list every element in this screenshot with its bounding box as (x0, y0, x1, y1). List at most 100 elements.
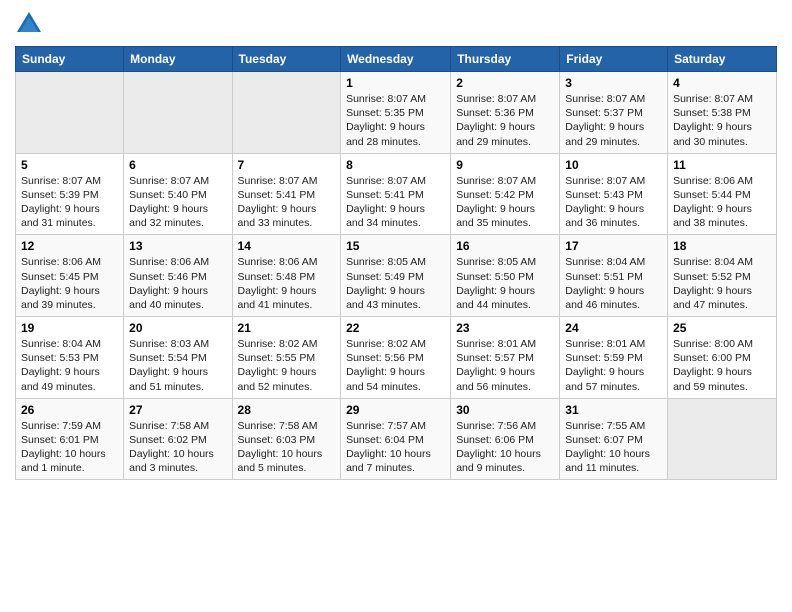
day-info: Sunrise: 8:07 AMSunset: 5:38 PMDaylight:… (673, 92, 771, 149)
calendar-cell: 11 Sunrise: 8:06 AMSunset: 5:44 PMDayligh… (668, 153, 777, 235)
day-info: Sunrise: 8:05 AMSunset: 5:49 PMDaylight:… (346, 255, 445, 312)
logo (15, 10, 45, 38)
calendar-cell: 3 Sunrise: 8:07 AMSunset: 5:37 PMDaylight… (560, 72, 668, 154)
day-info: Sunrise: 8:01 AMSunset: 5:59 PMDaylight:… (565, 337, 662, 394)
day-number: 23 (456, 321, 554, 335)
day-number: 18 (673, 239, 771, 253)
day-number: 1 (346, 76, 445, 90)
calendar-header: SundayMondayTuesdayWednesdayThursdayFrid… (16, 47, 777, 72)
header-day-tuesday: Tuesday (232, 47, 341, 72)
day-info: Sunrise: 8:07 AMSunset: 5:40 PMDaylight:… (129, 174, 226, 231)
logo-icon (15, 10, 43, 38)
day-number: 25 (673, 321, 771, 335)
day-number: 13 (129, 239, 226, 253)
calendar-cell: 16Sunrise: 8:05 AMSunset: 5:50 PMDayligh… (451, 235, 560, 317)
calendar-cell: 19 Sunrise: 8:04 AMSunset: 5:53 PMDayligh… (16, 317, 124, 399)
day-info: Sunrise: 8:07 AMSunset: 5:36 PMDaylight:… (456, 92, 554, 149)
page: SundayMondayTuesdayWednesdayThursdayFrid… (0, 0, 792, 490)
day-info: Sunrise: 8:06 AMSunset: 5:44 PMDaylight:… (673, 174, 771, 231)
calendar-cell: 28Sunrise: 7:58 AMSunset: 6:03 PMDayligh… (232, 398, 341, 480)
calendar-cell: 26 Sunrise: 7:59 AMSunset: 6:01 PMDayligh… (16, 398, 124, 480)
header-row: SundayMondayTuesdayWednesdayThursdayFrid… (16, 47, 777, 72)
day-info: Sunrise: 7:59 AMSunset: 6:01 PMDaylight:… (21, 419, 118, 476)
calendar-cell: 8Sunrise: 8:07 AMSunset: 5:41 PMDaylight… (341, 153, 451, 235)
calendar-cell: 23 Sunrise: 8:01 AMSunset: 5:57 PMDayligh… (451, 317, 560, 399)
calendar-cell: 15 Sunrise: 8:05 AMSunset: 5:49 PMDayligh… (341, 235, 451, 317)
calendar-cell: 27 Sunrise: 7:58 AMSunset: 6:02 PMDayligh… (124, 398, 232, 480)
calendar-cell: 22 Sunrise: 8:02 AMSunset: 5:56 PMDayligh… (341, 317, 451, 399)
calendar-cell: 2 Sunrise: 8:07 AMSunset: 5:36 PMDaylight… (451, 72, 560, 154)
day-number: 14 (238, 239, 336, 253)
calendar-cell: 6 Sunrise: 8:07 AMSunset: 5:40 PMDaylight… (124, 153, 232, 235)
header-day-monday: Monday (124, 47, 232, 72)
day-info: Sunrise: 8:04 AMSunset: 5:51 PMDaylight:… (565, 255, 662, 312)
header-day-thursday: Thursday (451, 47, 560, 72)
calendar-cell: 24 Sunrise: 8:01 AMSunset: 5:59 PMDayligh… (560, 317, 668, 399)
calendar-cell: 17 Sunrise: 8:04 AMSunset: 5:51 PMDayligh… (560, 235, 668, 317)
day-number: 5 (21, 158, 118, 172)
day-info: Sunrise: 8:03 AMSunset: 5:54 PMDaylight:… (129, 337, 226, 394)
calendar-cell: 18 Sunrise: 8:04 AMSunset: 5:52 PMDayligh… (668, 235, 777, 317)
day-info: Sunrise: 7:57 AMSunset: 6:04 PMDaylight:… (346, 419, 445, 476)
day-number: 15 (346, 239, 445, 253)
header-day-sunday: Sunday (16, 47, 124, 72)
header-day-wednesday: Wednesday (341, 47, 451, 72)
day-info: Sunrise: 8:04 AMSunset: 5:52 PMDaylight:… (673, 255, 771, 312)
day-number: 11 (673, 158, 771, 172)
calendar-cell: 5 Sunrise: 8:07 AMSunset: 5:39 PMDaylight… (16, 153, 124, 235)
day-number: 27 (129, 403, 226, 417)
calendar-cell (232, 72, 341, 154)
day-number: 8 (346, 158, 445, 172)
day-info: Sunrise: 8:07 AMSunset: 5:39 PMDaylight:… (21, 174, 118, 231)
day-info: Sunrise: 8:04 AMSunset: 5:53 PMDaylight:… (21, 337, 118, 394)
day-number: 17 (565, 239, 662, 253)
day-number: 4 (673, 76, 771, 90)
day-info: Sunrise: 8:07 AMSunset: 5:41 PMDaylight:… (238, 174, 336, 231)
day-info: Sunrise: 8:00 AMSunset: 6:00 PMDaylight:… (673, 337, 771, 394)
day-number: 26 (21, 403, 118, 417)
calendar-cell (16, 72, 124, 154)
calendar-cell: 1Sunrise: 8:07 AMSunset: 5:35 PMDaylight… (341, 72, 451, 154)
day-number: 7 (238, 158, 336, 172)
calendar-cell (668, 398, 777, 480)
day-number: 21 (238, 321, 336, 335)
day-number: 20 (129, 321, 226, 335)
day-info: Sunrise: 8:01 AMSunset: 5:57 PMDaylight:… (456, 337, 554, 394)
calendar-table: SundayMondayTuesdayWednesdayThursdayFrid… (15, 46, 777, 480)
day-info: Sunrise: 8:06 AMSunset: 5:48 PMDaylight:… (238, 255, 336, 312)
calendar-cell (124, 72, 232, 154)
week-row-1: 1Sunrise: 8:07 AMSunset: 5:35 PMDaylight… (16, 72, 777, 154)
day-info: Sunrise: 8:07 AMSunset: 5:43 PMDaylight:… (565, 174, 662, 231)
calendar-cell: 9Sunrise: 8:07 AMSunset: 5:42 PMDaylight… (451, 153, 560, 235)
day-info: Sunrise: 7:58 AMSunset: 6:02 PMDaylight:… (129, 419, 226, 476)
day-number: 2 (456, 76, 554, 90)
calendar-cell: 31Sunrise: 7:55 AMSunset: 6:07 PMDayligh… (560, 398, 668, 480)
calendar-cell: 30Sunrise: 7:56 AMSunset: 6:06 PMDayligh… (451, 398, 560, 480)
calendar-cell: 29Sunrise: 7:57 AMSunset: 6:04 PMDayligh… (341, 398, 451, 480)
day-number: 9 (456, 158, 554, 172)
calendar-cell: 7 Sunrise: 8:07 AMSunset: 5:41 PMDaylight… (232, 153, 341, 235)
day-number: 28 (238, 403, 336, 417)
header-day-friday: Friday (560, 47, 668, 72)
calendar-cell: 13Sunrise: 8:06 AMSunset: 5:46 PMDayligh… (124, 235, 232, 317)
calendar-cell: 14 Sunrise: 8:06 AMSunset: 5:48 PMDayligh… (232, 235, 341, 317)
week-row-5: 26 Sunrise: 7:59 AMSunset: 6:01 PMDayligh… (16, 398, 777, 480)
day-number: 22 (346, 321, 445, 335)
week-row-2: 5 Sunrise: 8:07 AMSunset: 5:39 PMDaylight… (16, 153, 777, 235)
calendar-cell: 20 Sunrise: 8:03 AMSunset: 5:54 PMDayligh… (124, 317, 232, 399)
day-info: Sunrise: 8:02 AMSunset: 5:55 PMDaylight:… (238, 337, 336, 394)
header (15, 10, 777, 38)
calendar-cell: 25 Sunrise: 8:00 AMSunset: 6:00 PMDayligh… (668, 317, 777, 399)
day-number: 16 (456, 239, 554, 253)
day-number: 6 (129, 158, 226, 172)
day-info: Sunrise: 8:07 AMSunset: 5:37 PMDaylight:… (565, 92, 662, 149)
day-info: Sunrise: 7:55 AMSunset: 6:07 PMDaylight:… (565, 419, 662, 476)
day-number: 3 (565, 76, 662, 90)
calendar-cell: 21 Sunrise: 8:02 AMSunset: 5:55 PMDayligh… (232, 317, 341, 399)
calendar-cell: 12Sunrise: 8:06 AMSunset: 5:45 PMDayligh… (16, 235, 124, 317)
day-number: 12 (21, 239, 118, 253)
header-day-saturday: Saturday (668, 47, 777, 72)
day-number: 24 (565, 321, 662, 335)
day-info: Sunrise: 8:02 AMSunset: 5:56 PMDaylight:… (346, 337, 445, 394)
day-number: 19 (21, 321, 118, 335)
